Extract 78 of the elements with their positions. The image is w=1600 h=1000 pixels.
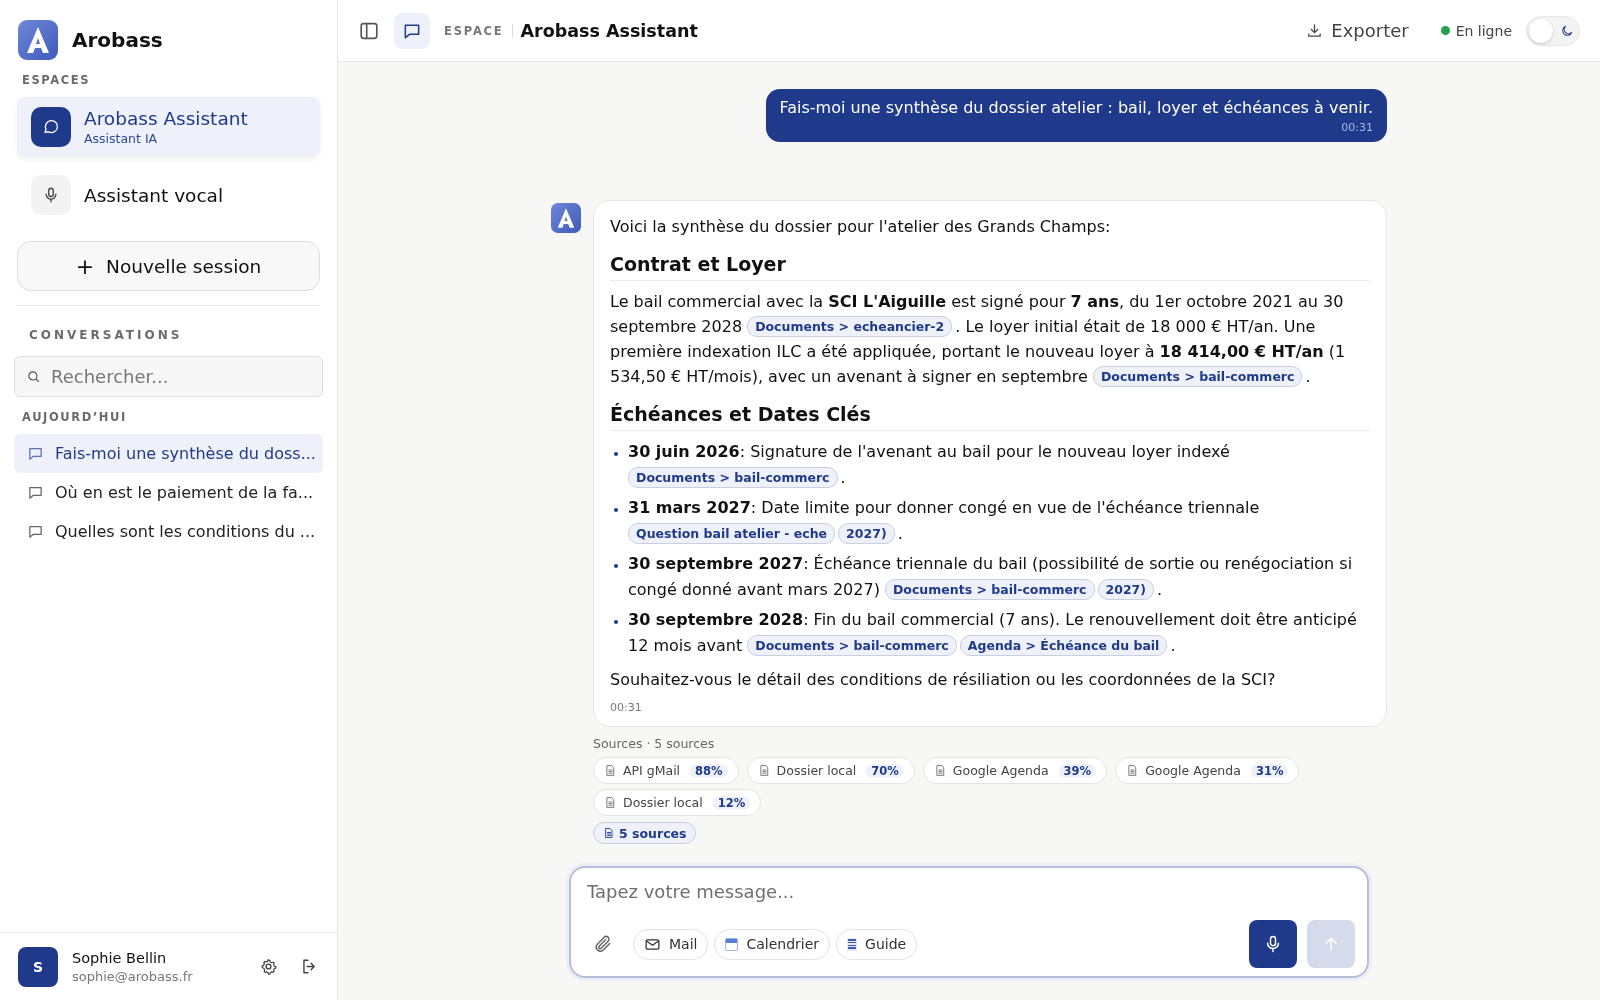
status-text: En ligne xyxy=(1455,22,1512,39)
tool-button[interactable]: Mail xyxy=(633,928,709,960)
source-chip[interactable]: Dossier local 70% xyxy=(746,757,915,784)
citation-chip[interactable]: Documents > echeancier-2 xyxy=(747,316,953,337)
section-label: AUJOURD’HUI xyxy=(22,410,127,424)
paperclip-icon[interactable] xyxy=(593,934,613,954)
conversation-item[interactable]: Fais-moi une synthèse du doss... xyxy=(14,434,323,473)
page-title: Arobass Assistant xyxy=(520,20,698,41)
source-chip[interactable]: API gMail 88% xyxy=(593,757,739,784)
citation-chip[interactable]: Documents > bail-commerc xyxy=(747,635,957,656)
citation-chip[interactable]: 2027) xyxy=(1097,579,1154,600)
message-heading: Contrat et Loyer xyxy=(610,253,1370,281)
score-badge: 12% xyxy=(712,795,751,810)
document-icon xyxy=(604,764,617,777)
source-chip[interactable]: Google Agenda 39% xyxy=(922,757,1108,784)
message-heading: Échéances et Dates Clés xyxy=(610,403,1370,431)
sources-button[interactable]: 5 sources xyxy=(593,822,697,844)
list-item-text: 30 septembre 2027: Échéance triennale du bail (possibilité de sortie ou renégociation si congé donné avant mars 2027) Documents > bail-commerc 2027) . xyxy=(628,553,1354,602)
citation-chip[interactable]: 2027) xyxy=(838,523,895,544)
message-text: Fais-moi une synthèse du dossier atelier : bail, loyer et échéances à venir. xyxy=(779,98,1373,117)
score-badge: 39% xyxy=(1058,763,1097,778)
citation-chip[interactable]: Question bail atelier - eche xyxy=(628,523,836,544)
user-name: Sophie Bellin xyxy=(72,949,168,966)
assistant-avatar xyxy=(551,203,581,233)
space-label: ESPACE xyxy=(444,23,504,38)
brand-name: Arobass xyxy=(72,28,163,52)
user-email: sophie@arobass.fr xyxy=(72,968,194,984)
chat-icon xyxy=(27,484,44,501)
tool-button[interactable]: Guide xyxy=(836,928,918,960)
message-time: 00:31 xyxy=(610,701,643,714)
search-field[interactable]: Rechercher... xyxy=(14,356,323,397)
citation-chip[interactable]: Agenda > Échéance du bail xyxy=(959,635,1168,656)
chat-button[interactable] xyxy=(394,12,430,49)
logo-icon xyxy=(18,20,58,60)
source-chip[interactable]: Google Agenda 31% xyxy=(1115,757,1300,784)
message-paragraph: Voici la synthèse du dossier pour l'atelier des Grands Champs: xyxy=(610,216,1112,238)
list-item-text: 30 septembre 2028: Fin du bail commercial (7 ans). Le renouvellement doit être anticipé 12 mois avant Documents > bail-commerc Agenda > Échéance du bail . xyxy=(628,609,1358,658)
bullet-icon xyxy=(614,508,618,512)
section-label: CONVERSATIONS xyxy=(29,328,183,342)
score-badge: 31% xyxy=(1250,763,1289,778)
space-item[interactable]: Assistant vocal xyxy=(17,165,320,225)
sources-label: Sources · 5 sources xyxy=(593,736,715,751)
user-avatar: S xyxy=(18,946,58,987)
message-time: 00:31 xyxy=(1340,121,1373,134)
space-item[interactable]: Arobass Assistant Assistant IA xyxy=(17,97,320,157)
score-badge: 70% xyxy=(866,763,904,778)
search-icon xyxy=(26,369,41,384)
microphone-button[interactable] xyxy=(1249,920,1297,968)
citation-chip[interactable]: Documents > bail-commerc xyxy=(1092,366,1303,387)
conversation-item[interactable]: Quelles sont les conditions du ... xyxy=(14,512,323,551)
document-icon xyxy=(604,796,617,809)
download-icon xyxy=(1306,22,1324,39)
new-session-button[interactable]: + Nouvelle session xyxy=(17,241,320,291)
document-icon xyxy=(847,937,858,951)
export-button[interactable]: Exporter xyxy=(1300,19,1415,42)
calendar-icon xyxy=(725,937,739,951)
score-badge: 88% xyxy=(690,763,728,778)
bullet-icon xyxy=(614,564,618,568)
message-input[interactable]: Tapez votre message... Mail Calendrier Guide xyxy=(569,866,1369,978)
tool-button[interactable]: Calendrier xyxy=(714,928,831,960)
list-item-text: 30 juin 2026: Signature de l'avenant au bail pour le nouveau loyer indexé Documents > bail-commerc . xyxy=(628,441,1231,490)
chat-icon xyxy=(27,445,44,462)
moon-icon xyxy=(1560,23,1574,38)
chat-icon xyxy=(42,118,60,136)
document-icon xyxy=(603,827,615,839)
citation-chip[interactable]: Documents > bail-commerc xyxy=(628,467,838,488)
theme-toggle[interactable] xyxy=(1526,15,1580,46)
bullet-icon xyxy=(614,452,618,456)
chat-icon xyxy=(27,523,44,540)
section-label: ESPACES xyxy=(22,73,91,87)
source-chip[interactable]: Dossier local 12% xyxy=(593,789,762,816)
list-item-text: 31 mars 2027: Date limite pour donner congé en vue de l'échéance triennale Question bail atelier - eche 2027) . xyxy=(628,497,1261,546)
settings-icon[interactable] xyxy=(259,957,278,976)
message-paragraph: Souhaitez-vous le détail des conditions de résiliation ou les coordonnées de la SCI? xyxy=(610,669,1277,691)
bullet-icon xyxy=(614,620,618,624)
conversation-item[interactable]: Où en est le paiement de la fa... xyxy=(14,473,323,512)
citation-chip[interactable]: Documents > bail-commerc xyxy=(885,579,1095,600)
message-paragraph: Le bail commercial avec la SCI L'Aiguille est signé pour 7 ans, du 1er octobre 2021 au 30 septembre 2028 Documents > echeancier-2 . Le loyer initial était de 18 000 € HT/an. Une première indexation ILC a été appliquée, portant le nouveau loyer à 18 414,00 € HT/an (1 534,50 € HT/mois), avec un avenant à signer en septembre Documents > bail-commerc . xyxy=(610,291,1347,389)
